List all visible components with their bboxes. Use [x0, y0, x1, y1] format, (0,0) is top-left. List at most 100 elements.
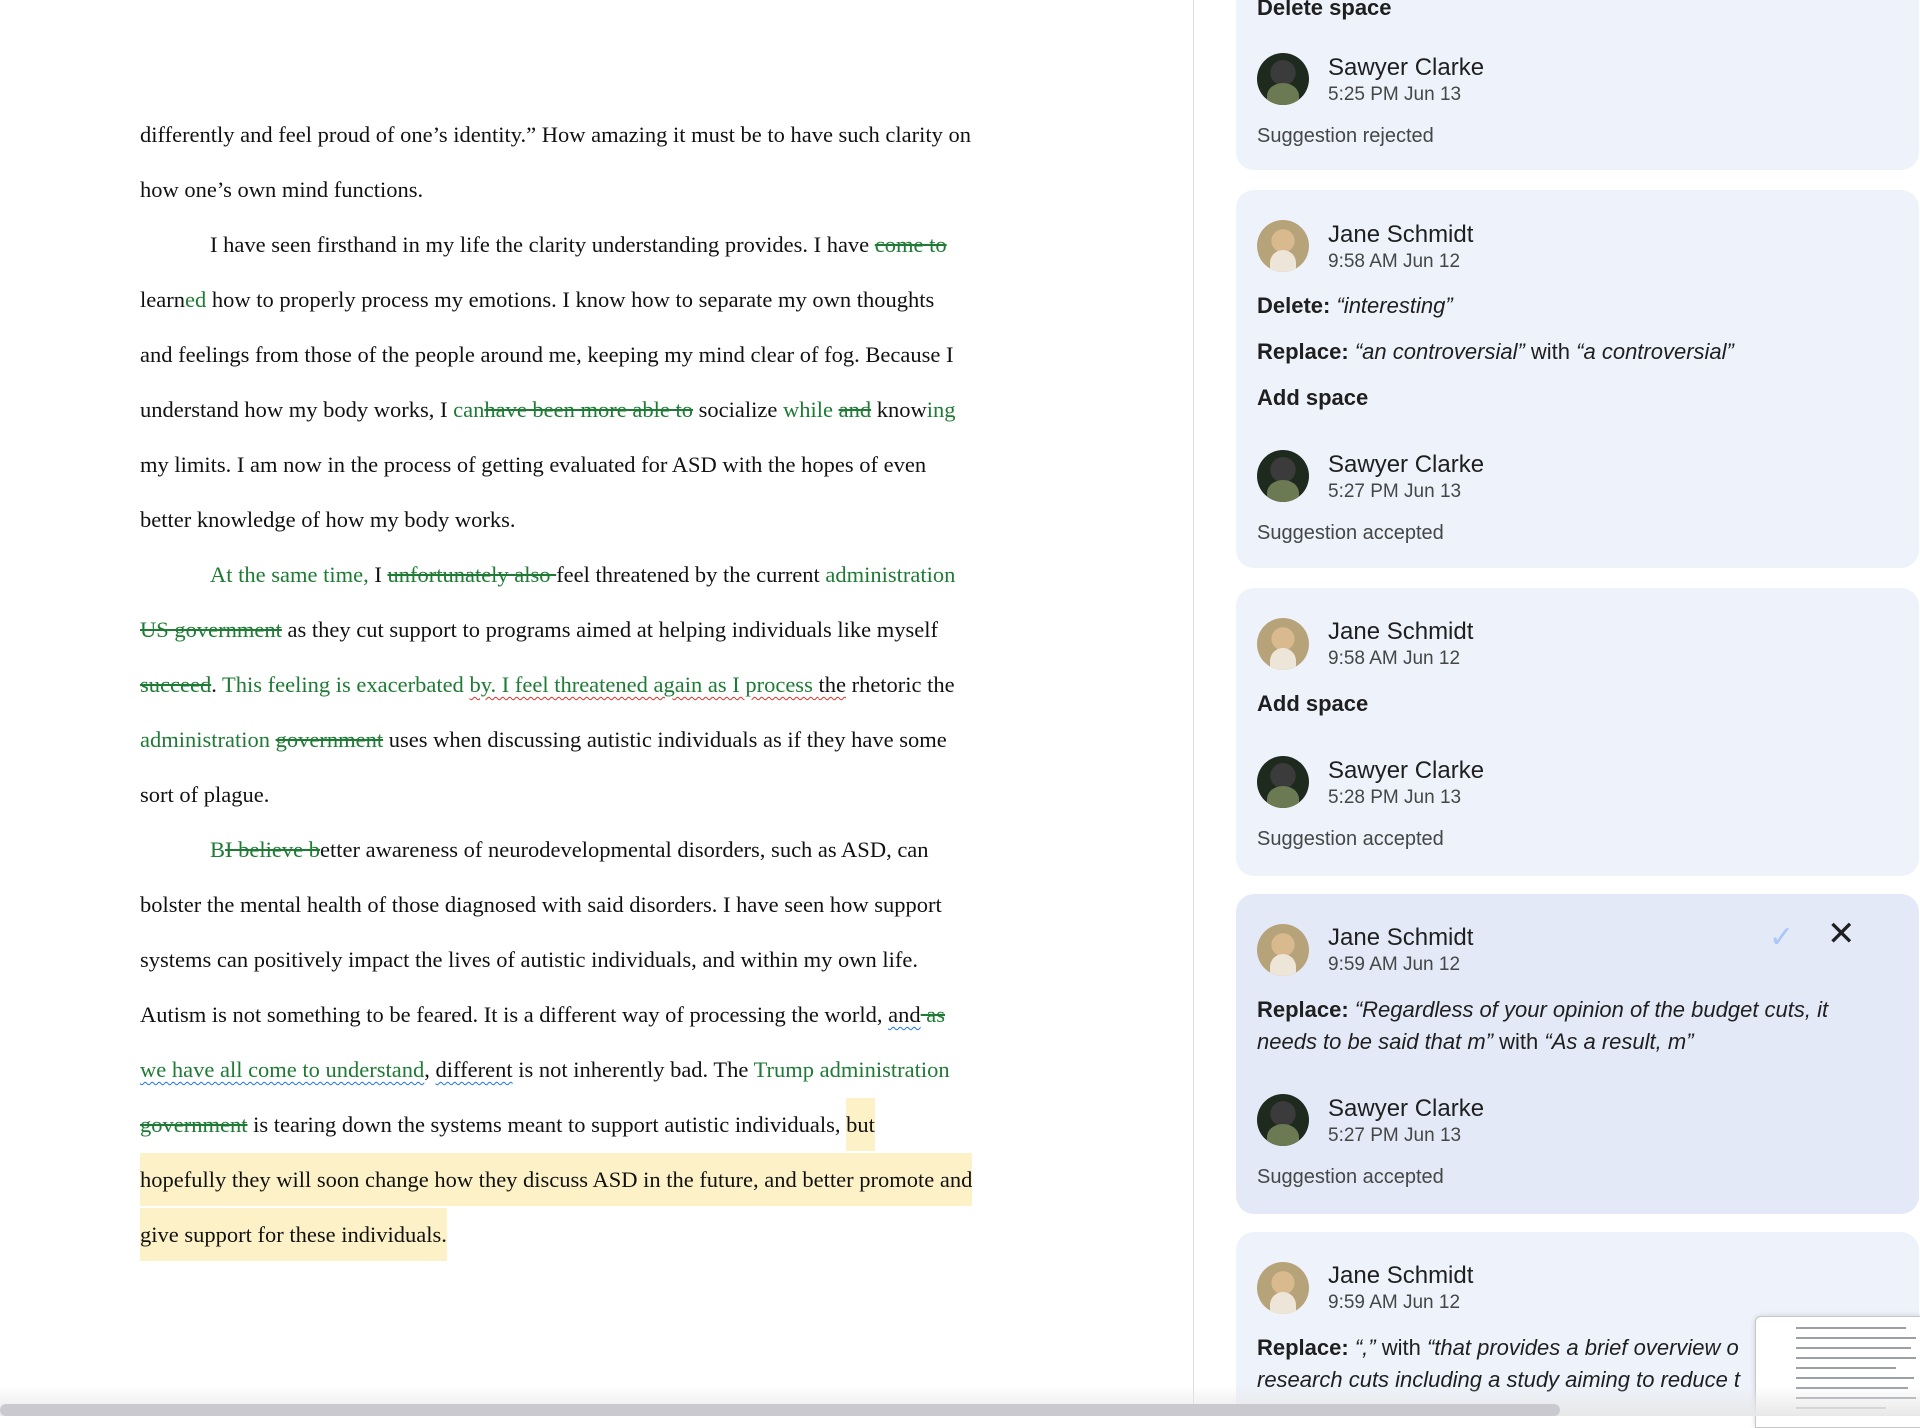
document-body[interactable]: differently and feel proud of one’s iden… — [140, 107, 1060, 1262]
suggested-insertion: At the same time, — [210, 562, 375, 587]
document-line[interactable]: hopefully they will soon change how they… — [140, 1152, 1060, 1207]
document-line[interactable]: At the same time, I unfortunately also f… — [140, 547, 1060, 602]
document-line[interactable]: Autism is not something to be feared. It… — [140, 987, 1060, 1042]
thumbnail-line — [1796, 1327, 1906, 1329]
reply-author: Sawyer Clarke — [1328, 54, 1485, 81]
document-line[interactable]: how one’s own mind functions. — [140, 162, 1060, 217]
document-line[interactable]: sort of plague. — [140, 767, 1060, 822]
text-run: as they cut support to programs aimed at… — [281, 617, 938, 642]
reply-author: Sawyer Clarke — [1328, 1095, 1485, 1122]
document-line[interactable]: US government as they cut support to pro… — [140, 602, 1060, 657]
text-run: different — [435, 1057, 513, 1082]
highlighted-text: give support for these individuals. — [140, 1208, 447, 1261]
suggested-insertion: Trump administration — [753, 1057, 950, 1082]
action-to: “that provides a brief overview o — [1426, 1335, 1739, 1360]
highlighted-text: hopefully they will soon change how they… — [140, 1153, 973, 1206]
document-line[interactable]: better knowledge of how my body works. — [140, 492, 1060, 547]
reply-time: 5:25 PM Jun 13 — [1328, 84, 1462, 105]
avatar — [1257, 450, 1309, 502]
suggestion-status: Suggestion accepted — [1257, 1166, 1444, 1188]
accept-suggestion-button[interactable]: ✓ — [1769, 920, 1794, 955]
suggested-deletion: unfortunately also — [387, 562, 557, 587]
text-run: systems can positively impact the lives … — [140, 947, 919, 972]
suggested-insertion: administration — [825, 562, 956, 587]
suggestion-action: Delete space — [1257, 0, 1392, 20]
suggestion-author: Jane Schmidt — [1328, 221, 1474, 248]
text-run: understand how my body works, I — [140, 397, 454, 422]
document-line[interactable]: administration government uses when disc… — [140, 712, 1060, 767]
action-label: Replace: — [1257, 339, 1349, 364]
document-page[interactable]: differently and feel proud of one’s iden… — [0, 0, 1193, 1416]
avatar — [1257, 53, 1309, 105]
suggested-deletion: succeed — [140, 672, 212, 697]
suggestion-card[interactable]: Delete space Sawyer Clarke 5:25 PM Jun 1… — [1236, 0, 1919, 170]
suggested-insertion: while — [782, 397, 833, 422]
text-run: the — [818, 672, 846, 697]
document-line[interactable]: understand how my body works, I canhave … — [140, 382, 1060, 437]
text-run: feel threatened by the current — [556, 562, 826, 587]
document-line[interactable]: bolster the mental health of those diagn… — [140, 877, 1060, 932]
action-from: needs to be said that m” — [1257, 1029, 1494, 1054]
text-run: how to properly process my emotions. I k… — [206, 287, 935, 312]
thumbnail-line — [1796, 1377, 1914, 1379]
thumbnail-line — [1796, 1347, 1911, 1349]
action-label: Delete: — [1257, 293, 1331, 318]
reply-author: Sawyer Clarke — [1328, 451, 1485, 478]
action-label: Replace: — [1257, 1335, 1349, 1360]
reject-suggestion-button[interactable]: ✕ — [1827, 914, 1856, 954]
text-run: my limits. I am now in the process of ge… — [140, 452, 927, 477]
text-run: Autism is not something to be feared. It… — [140, 1002, 889, 1027]
document-line[interactable]: government is tearing down the systems m… — [140, 1097, 1060, 1152]
horizontal-scrollbar[interactable] — [0, 1404, 1560, 1416]
suggested-deletion: government — [275, 727, 384, 752]
avatar — [1257, 1094, 1309, 1146]
suggestion-card[interactable]: Jane Schmidt 9:58 AM Jun 12 Add space Sa… — [1236, 588, 1919, 876]
document-line[interactable]: learned how to properly process my emoti… — [140, 272, 1060, 327]
text-run: know — [871, 397, 927, 422]
suggested-deletion: and — [838, 397, 872, 422]
suggested-insertion: administration — [140, 727, 270, 752]
suggestion-action: Replace: “an controversial” with “a cont… — [1257, 336, 1734, 368]
action-to: “a controversial” — [1576, 339, 1734, 364]
suggestions-panel: Delete space Sawyer Clarke 5:25 PM Jun 1… — [1194, 0, 1920, 1416]
suggestion-time: 9:58 AM Jun 12 — [1328, 251, 1461, 272]
document-line[interactable]: and feelings from those of the people ar… — [140, 327, 1060, 382]
document-line[interactable]: succeed. This feeling is exacerbated by.… — [140, 657, 1060, 712]
text-run: is tearing down the systems meant to sup… — [247, 1112, 847, 1137]
avatar — [1257, 220, 1309, 272]
action-with: with — [1493, 1029, 1545, 1054]
text-run: etter awareness of neurodevelopmental di… — [319, 837, 929, 862]
document-line[interactable]: differently and feel proud of one’s iden… — [140, 107, 1060, 162]
suggestion-time: 9:59 AM Jun 12 — [1328, 1292, 1461, 1313]
reply-time: 5:27 PM Jun 13 — [1328, 1125, 1462, 1146]
suggestion-status: Suggestion accepted — [1257, 828, 1444, 850]
suggestion-time: 9:59 AM Jun 12 — [1328, 954, 1461, 975]
suggestion-card-active[interactable]: Jane Schmidt 9:59 AM Jun 12 ✓ ✕ Replace:… — [1236, 894, 1919, 1214]
document-line[interactable]: my limits. I am now in the process of ge… — [140, 437, 1060, 492]
suggestion-action: Add space — [1257, 691, 1369, 716]
suggested-insertion: B — [210, 837, 226, 862]
avatar — [1257, 924, 1309, 976]
suggested-deletion: as — [920, 1002, 946, 1027]
document-line[interactable]: I have seen firsthand in my life the cla… — [140, 217, 1060, 272]
document-line[interactable]: BI believe better awareness of neurodeve… — [140, 822, 1060, 877]
document-line[interactable]: we have all come to understand, differen… — [140, 1042, 1060, 1097]
text-run: learn — [140, 287, 185, 312]
action-label: Replace: — [1257, 997, 1349, 1022]
suggestion-status: Suggestion rejected — [1257, 125, 1434, 147]
action-with: with — [1524, 339, 1577, 364]
text-run: I — [374, 562, 388, 587]
action-from: “an controversial” — [1354, 339, 1525, 364]
suggestion-card[interactable]: Jane Schmidt 9:58 AM Jun 12 Delete: “int… — [1236, 190, 1919, 568]
thumbnail-line — [1796, 1337, 1916, 1339]
avatar — [1257, 1262, 1309, 1314]
text-run: , — [424, 1057, 436, 1082]
suggestion-status: Suggestion accepted — [1257, 522, 1444, 544]
suggested-insertion: This feeling is exacerbated — [222, 672, 470, 697]
document-line[interactable]: give support for these individuals. — [140, 1207, 1060, 1262]
text-run: I have seen firsthand in my life the cla… — [210, 232, 875, 257]
text-run: is not inherently bad. The — [512, 1057, 754, 1082]
document-line[interactable]: systems can positively impact the lives … — [140, 932, 1060, 987]
suggested-deletion: I believe b — [225, 837, 320, 862]
suggested-insertion: can — [453, 397, 485, 422]
